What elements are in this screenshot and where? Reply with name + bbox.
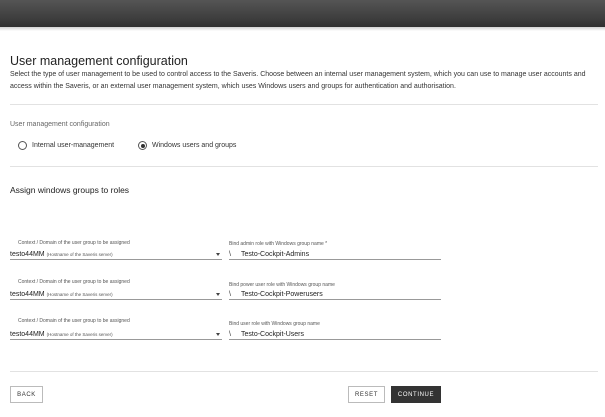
chevron-down-icon [216, 293, 220, 296]
radio-label: Internal user-management [32, 142, 115, 149]
domain-hint: (Hostname of the Saveris server) [46, 332, 113, 337]
domain-select-admin[interactable]: testo44MM (Hostname of the Saveris serve… [10, 249, 222, 260]
back-button[interactable]: BACK [10, 386, 43, 403]
admin-group-input[interactable]: \ Testo-Cockpit-Admins [229, 249, 441, 260]
group-prefix: \ [229, 291, 231, 298]
continue-button[interactable]: CONTINUE [391, 386, 441, 403]
radio-label: Windows users and groups [152, 142, 237, 149]
page-description: Select the type of user management to be… [10, 71, 586, 90]
page-title: User management configuration [10, 54, 188, 68]
domain-caption: Context / Domain of the user group to be… [18, 318, 130, 324]
group-prefix: \ [229, 251, 231, 258]
reset-button[interactable]: RESET [348, 386, 385, 403]
group-value: Testo-Cockpit-Users [241, 331, 305, 338]
radio-windows-users-and-groups[interactable]: Windows users and groups [138, 141, 236, 150]
radio-icon [18, 141, 27, 150]
domain-select-poweruser[interactable]: testo44MM (Hostname of the Saveris serve… [10, 289, 222, 300]
user-group-input[interactable]: \ Testo-Cockpit-Users [229, 329, 441, 340]
group-caption: Bind power user role with Windows group … [229, 282, 335, 288]
footer-divider [10, 371, 598, 372]
radio-icon [138, 141, 147, 150]
radio-internal-user-management[interactable]: Internal user-management [18, 141, 114, 150]
group-caption: Bind user role with Windows group name [229, 321, 320, 327]
domain-caption: Context / Domain of the user group to be… [18, 240, 130, 246]
user-management-section-label: User management configuration [10, 121, 110, 128]
domain-value: testo44MM [10, 331, 45, 338]
group-value: Testo-Cockpit-Admins [241, 251, 310, 258]
chevron-down-icon [216, 253, 220, 256]
chevron-down-icon [216, 333, 220, 336]
domain-hint: (Hostname of the Saveris server) [46, 252, 113, 257]
domain-caption: Context / Domain of the user group to be… [18, 279, 130, 285]
poweruser-group-input[interactable]: \ Testo-Cockpit-Powerusers [229, 289, 441, 300]
group-prefix: \ [229, 331, 231, 338]
divider [10, 166, 598, 167]
top-app-bar-shadow [0, 27, 605, 31]
domain-hint: (Hostname of the Saveris server) [46, 292, 113, 297]
roles-section-title: Assign windows groups to roles [10, 185, 130, 195]
top-app-bar [0, 0, 605, 27]
divider [10, 104, 598, 105]
domain-value: testo44MM [10, 251, 45, 258]
group-caption: Bind admin role with Windows group name … [229, 241, 328, 247]
group-value: Testo-Cockpit-Powerusers [241, 291, 323, 298]
domain-select-user[interactable]: testo44MM (Hostname of the Saveris serve… [10, 329, 222, 340]
domain-value: testo44MM [10, 291, 45, 298]
